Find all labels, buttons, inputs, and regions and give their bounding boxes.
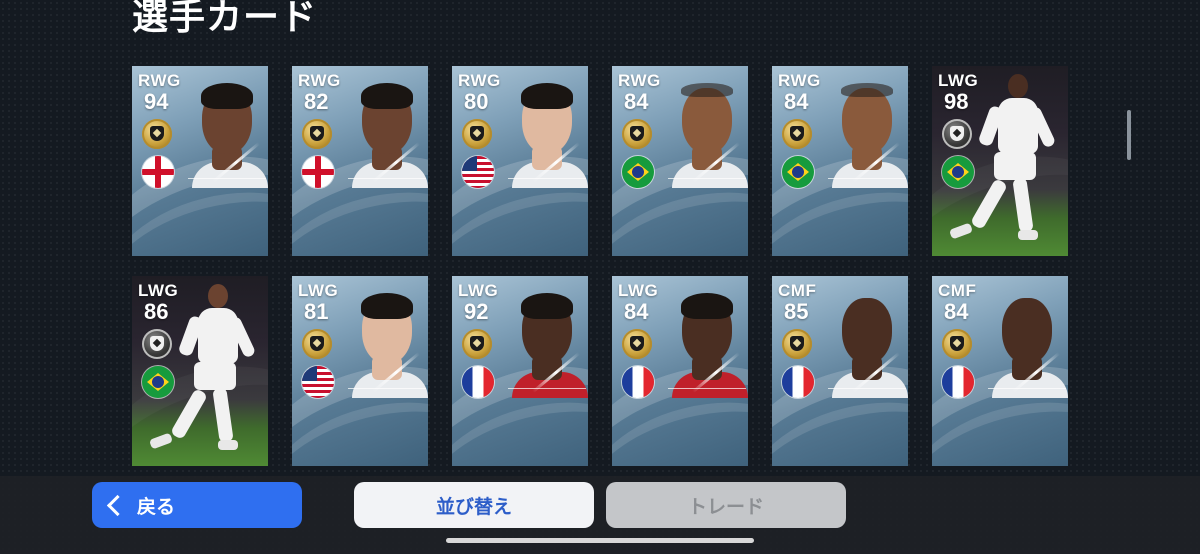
player-card[interactable]: RWG 84 — [612, 66, 748, 256]
player-portrait — [668, 80, 748, 188]
brazil-flag-icon — [142, 366, 174, 398]
player-card[interactable]: RWG 82 — [292, 66, 428, 256]
card-position: CMF — [938, 281, 977, 300]
card-rating: 84 — [624, 89, 649, 114]
brazil-flag-icon — [622, 156, 654, 188]
player-type-badge-icon — [462, 329, 492, 359]
player-type-badge-icon — [622, 119, 652, 149]
brazil-flag-icon — [782, 156, 814, 188]
card-divider — [668, 178, 746, 179]
card-rating: 82 — [304, 89, 329, 114]
trade-button-label: トレード — [687, 495, 764, 518]
sort-button-label: 並び替え — [435, 495, 512, 518]
card-divider — [508, 178, 586, 179]
france-flag-icon — [462, 366, 494, 398]
player-card[interactable]: CMF 85 — [772, 276, 908, 466]
player-type-badge-icon — [142, 329, 172, 359]
brazil-flag-icon — [942, 156, 974, 188]
france-flag-icon — [622, 366, 654, 398]
player-portrait — [348, 80, 428, 188]
player-type-badge-icon — [302, 119, 332, 149]
card-rating: 84 — [944, 299, 969, 324]
player-portrait — [828, 290, 908, 398]
card-rating: 84 — [784, 89, 809, 114]
sort-button[interactable]: 並び替え — [354, 482, 594, 528]
player-type-badge-icon — [622, 329, 652, 359]
card-position: RWG — [618, 71, 661, 90]
card-rating: 80 — [464, 89, 489, 114]
player-type-badge-icon — [142, 119, 172, 149]
player-portrait — [508, 80, 588, 188]
player-card[interactable]: RWG 84 — [772, 66, 908, 256]
card-position: LWG — [458, 281, 499, 300]
card-divider — [668, 388, 746, 389]
usa-flag-icon — [462, 156, 494, 188]
chevron-left-icon — [106, 494, 129, 516]
player-type-badge-icon — [302, 329, 332, 359]
card-position: LWG — [938, 71, 979, 90]
player-portrait — [348, 290, 428, 398]
card-rating: 86 — [144, 299, 169, 324]
player-type-badge-icon — [462, 119, 492, 149]
card-position: RWG — [298, 71, 341, 90]
player-type-badge-icon — [782, 119, 812, 149]
page-title: 選手カード — [132, 0, 318, 38]
card-divider — [348, 388, 426, 389]
player-portrait — [668, 290, 748, 398]
player-card[interactable]: LWG 84 — [612, 276, 748, 466]
trade-button[interactable]: トレード — [606, 482, 846, 528]
card-position: LWG — [138, 281, 179, 300]
card-position: RWG — [138, 71, 181, 90]
card-position: RWG — [458, 71, 501, 90]
player-portrait — [988, 290, 1068, 398]
card-rating: 94 — [144, 89, 169, 114]
card-divider — [828, 178, 906, 179]
card-position: LWG — [298, 281, 339, 300]
player-card[interactable]: CMF 84 — [932, 276, 1068, 466]
player-card[interactable]: LWG 98 — [932, 66, 1068, 256]
card-rating: 84 — [624, 299, 649, 324]
player-card[interactable]: RWG 94 — [132, 66, 268, 256]
card-position: LWG — [618, 281, 659, 300]
card-position: RWG — [778, 71, 821, 90]
player-card[interactable]: RWG 80 — [452, 66, 588, 256]
card-divider — [508, 388, 586, 389]
card-divider — [828, 388, 906, 389]
scroll-indicator[interactable] — [1127, 110, 1131, 160]
player-type-badge-icon — [942, 119, 972, 149]
card-divider — [348, 178, 426, 179]
player-type-badge-icon — [782, 329, 812, 359]
player-card[interactable]: LWG 81 — [292, 276, 428, 466]
player-type-badge-icon — [942, 329, 972, 359]
player-portrait — [828, 80, 908, 188]
card-divider — [988, 388, 1066, 389]
france-flag-icon — [782, 366, 814, 398]
card-divider — [188, 178, 266, 179]
france-flag-icon — [942, 366, 974, 398]
player-portrait — [188, 80, 268, 188]
england-flag-icon — [302, 156, 334, 188]
card-rating: 81 — [304, 299, 329, 324]
back-button-label: 戻る — [137, 495, 176, 518]
card-rating: 85 — [784, 299, 809, 324]
home-indicator — [446, 538, 754, 543]
player-card[interactable]: LWG 92 — [452, 276, 588, 466]
england-flag-icon — [142, 156, 174, 188]
player-portrait — [508, 290, 588, 398]
usa-flag-icon — [302, 366, 334, 398]
player-card[interactable]: LWG 86 — [132, 276, 268, 466]
card-rating: 98 — [944, 89, 969, 114]
card-position: CMF — [778, 281, 817, 300]
back-button[interactable]: 戻る — [92, 482, 302, 528]
card-rating: 92 — [464, 299, 489, 324]
